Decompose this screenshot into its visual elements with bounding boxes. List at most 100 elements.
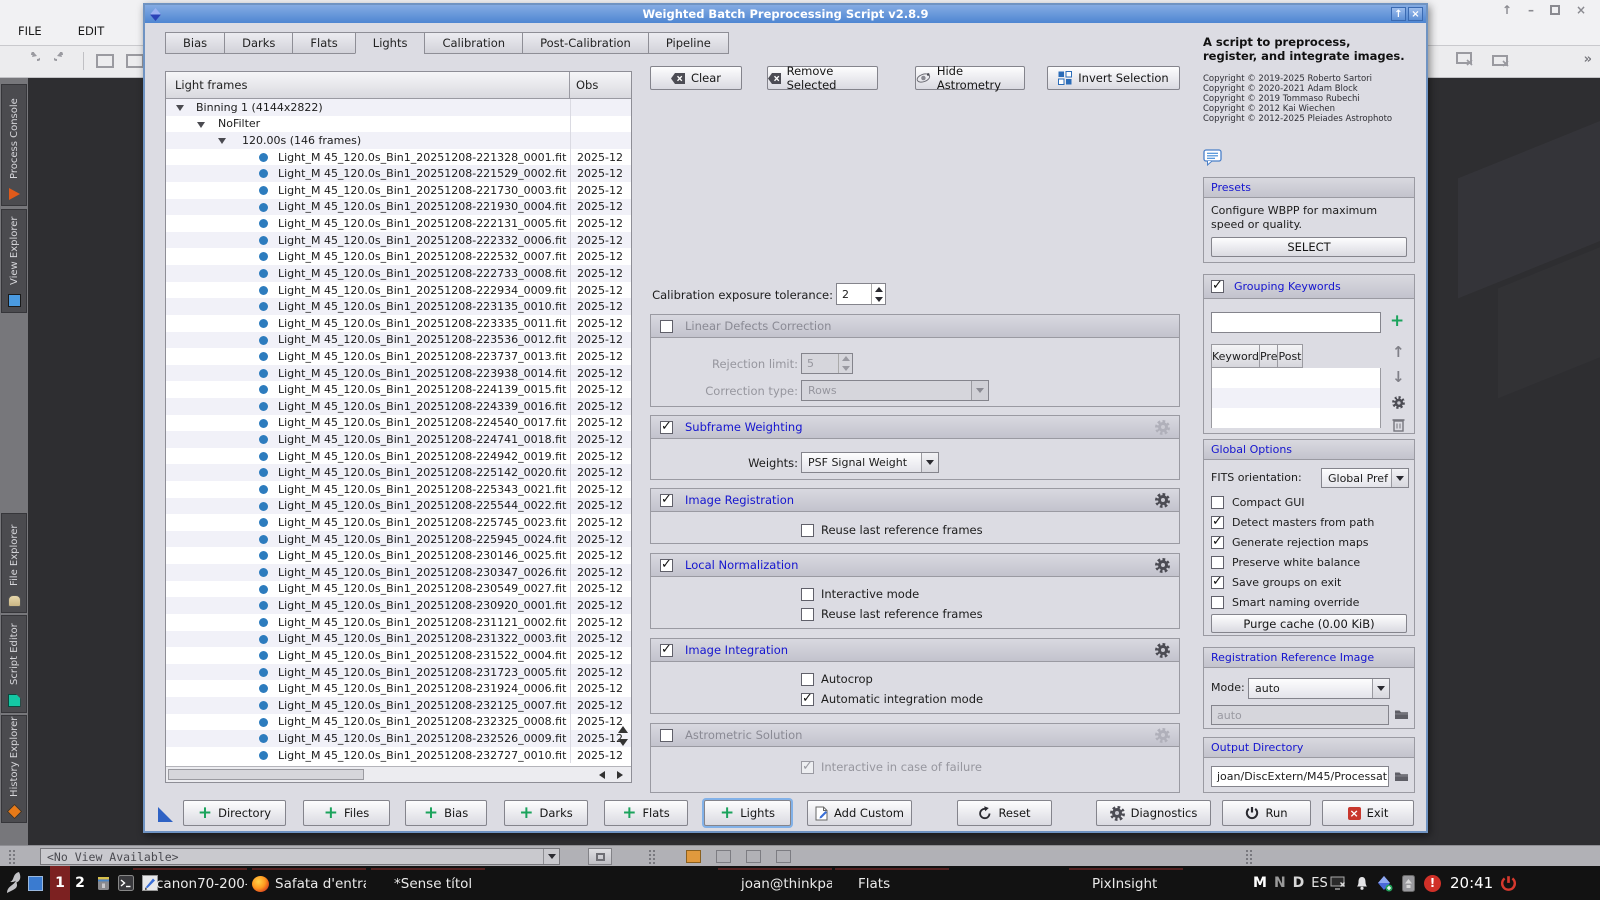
gear-icon[interactable]: [1155, 643, 1170, 658]
scroll-right-icon[interactable]: [612, 768, 627, 781]
row-icon[interactable]: [259, 286, 268, 295]
close-all-icon[interactable]: [1492, 52, 1512, 70]
file-tree-row[interactable]: Light_M 45_120.0s_Bin1_20251208-222532_0…: [166, 248, 631, 265]
file-tree-row[interactable]: Light_M 45_120.0s_Bin1_20251208-222733_0…: [166, 265, 631, 282]
file-tree-row[interactable]: Light_M 45_120.0s_Bin1_20251208-232125_0…: [166, 697, 631, 714]
reset-button[interactable]: Reset: [957, 800, 1052, 826]
file-tree-row[interactable]: NoFilter: [166, 116, 631, 133]
taskbar-window-button[interactable]: Flats: [835, 868, 949, 898]
auto-integration-checkbox[interactable]: [801, 693, 814, 706]
file-tree-row[interactable]: Light_M 45_120.0s_Bin1_20251208-221328_0…: [166, 149, 631, 166]
file-tree-row[interactable]: Light_M 45_120.0s_Bin1_20251208-222131_0…: [166, 215, 631, 232]
drag-target-icon[interactable]: [158, 807, 173, 822]
row-icon[interactable]: [259, 684, 268, 693]
row-icon[interactable]: [259, 568, 268, 577]
dialog-titlebar[interactable]: Weighted Batch Preprocessing Script v2.8…: [145, 5, 1426, 23]
row-icon[interactable]: [176, 105, 184, 111]
local-normalization-checkbox[interactable]: [660, 559, 673, 572]
diagnostics-button[interactable]: Diagnostics: [1096, 800, 1211, 826]
row-icon[interactable]: [259, 502, 268, 511]
add-directory-button[interactable]: +Directory: [183, 800, 286, 826]
row-icon[interactable]: [259, 402, 268, 411]
gear-icon[interactable]: [1155, 558, 1170, 573]
gear-icon[interactable]: [1392, 396, 1405, 409]
column-header-light-frames[interactable]: Light frames: [166, 72, 570, 98]
row-icon[interactable]: [218, 138, 226, 144]
move-down-icon[interactable]: ↓: [1392, 370, 1405, 384]
tray-indicator[interactable]: M: [1253, 875, 1267, 891]
note-icon[interactable]: [1203, 149, 1224, 166]
add-darks-button[interactable]: +Darks: [504, 800, 588, 826]
select-preset-button[interactable]: SELECT: [1211, 237, 1407, 257]
tab[interactable]: Lights: [355, 32, 425, 54]
row-icon[interactable]: [259, 734, 268, 743]
row-icon[interactable]: [259, 751, 268, 760]
tab[interactable]: Calibration: [424, 32, 522, 54]
row-icon[interactable]: [259, 336, 268, 345]
row-icon[interactable]: [259, 635, 268, 644]
invert-selection-button[interactable]: Invert Selection: [1047, 66, 1180, 90]
remove-selected-button[interactable]: Remove Selected: [767, 66, 878, 90]
vertical-scroll-arrows[interactable]: [617, 726, 629, 746]
column-header-obs[interactable]: Obs: [570, 72, 631, 98]
row-icon[interactable]: [259, 252, 268, 261]
toolbar-overflow-chevron[interactable]: »: [1584, 52, 1592, 67]
taskbar-window-button[interactable]: Safata d'entrada...: [252, 868, 366, 898]
dock-tab[interactable]: Script Editor: [1, 615, 27, 713]
row-icon[interactable]: [259, 518, 268, 527]
rename-view-icon[interactable]: [96, 54, 114, 68]
horizontal-scrollbar[interactable]: [166, 766, 631, 782]
file-tree-row[interactable]: Light_M 45_120.0s_Bin1_20251208-224741_0…: [166, 431, 631, 448]
row-icon[interactable]: [259, 668, 268, 677]
taskbar-window-button[interactable]: joan@thinkpad: ...: [718, 868, 832, 898]
file-tree-row[interactable]: Light_M 45_120.0s_Bin1_20251208-221930_0…: [166, 199, 631, 216]
row-icon[interactable]: [259, 302, 268, 311]
file-tree-row[interactable]: Light_M 45_120.0s_Bin1_20251208-225343_0…: [166, 481, 631, 498]
option-checkbox[interactable]: [1211, 556, 1224, 569]
file-tree-row[interactable]: Light_M 45_120.0s_Bin1_20251208-225745_0…: [166, 514, 631, 531]
file-tree-row[interactable]: Light_M 45_120.0s_Bin1_20251208-224339_0…: [166, 398, 631, 415]
clock[interactable]: 20:41: [1450, 866, 1493, 900]
tab[interactable]: Pipeline: [648, 32, 729, 54]
option-checkbox[interactable]: [1211, 516, 1224, 529]
view-selector-combo[interactable]: <No View Available>: [40, 848, 560, 865]
keyword-input[interactable]: [1211, 312, 1381, 333]
file-tree-row[interactable]: Light_M 45_120.0s_Bin1_20251208-223536_0…: [166, 332, 631, 349]
row-icon[interactable]: [259, 651, 268, 660]
file-tree-row[interactable]: Light_M 45_120.0s_Bin1_20251208-221730_0…: [166, 182, 631, 199]
run-button[interactable]: Run: [1222, 800, 1311, 826]
option-checkbox[interactable]: [1211, 576, 1224, 589]
image-integration-checkbox[interactable]: [660, 644, 673, 657]
row-icon[interactable]: [259, 169, 268, 178]
file-tree-row[interactable]: Light_M 45_120.0s_Bin1_20251208-231924_0…: [166, 680, 631, 697]
add-keyword-icon[interactable]: +: [1390, 315, 1404, 328]
pixinsight-updates-icon[interactable]: [1377, 866, 1393, 900]
file-tree-row[interactable]: Light_M 45_120.0s_Bin1_20251208-223938_0…: [166, 365, 631, 382]
workspace-thumb-active[interactable]: [686, 850, 701, 863]
astrometric-solution-checkbox[interactable]: [660, 729, 673, 742]
tab[interactable]: Darks: [224, 32, 292, 54]
file-tree-row[interactable]: Light_M 45_120.0s_Bin1_20251208-223335_0…: [166, 315, 631, 332]
option-checkbox[interactable]: [1211, 596, 1224, 609]
row-icon[interactable]: [259, 551, 268, 560]
restore-icon[interactable]: [1550, 5, 1560, 15]
dock-tab[interactable]: View Explorer: [1, 209, 27, 313]
row-icon[interactable]: [259, 219, 268, 228]
drag-handle[interactable]: [648, 849, 656, 864]
keyword-column-header[interactable]: Keyword: [1211, 344, 1260, 368]
row-icon[interactable]: [259, 468, 268, 477]
image-registration-checkbox[interactable]: [660, 494, 673, 507]
undo-icon[interactable]: [24, 52, 44, 70]
alert-tray-icon[interactable]: !: [1424, 866, 1441, 900]
scroll-down-icon[interactable]: [618, 739, 628, 746]
notification-bell-icon[interactable]: [1355, 866, 1369, 900]
file-tree-row[interactable]: Light_M 45_120.0s_Bin1_20251208-230146_0…: [166, 547, 631, 564]
dock-tab[interactable]: Process Console: [1, 84, 27, 206]
file-tree-row[interactable]: Light_M 45_120.0s_Bin1_20251208-224942_0…: [166, 448, 631, 465]
linear-defects-checkbox[interactable]: [660, 320, 673, 333]
file-tree-row[interactable]: Light_M 45_120.0s_Bin1_20251208-230549_0…: [166, 581, 631, 598]
row-icon[interactable]: [259, 452, 268, 461]
row-icon[interactable]: [259, 186, 268, 195]
file-tree-row[interactable]: Light_M 45_120.0s_Bin1_20251208-221529_0…: [166, 165, 631, 182]
close-icon[interactable]: ×: [1576, 3, 1586, 17]
